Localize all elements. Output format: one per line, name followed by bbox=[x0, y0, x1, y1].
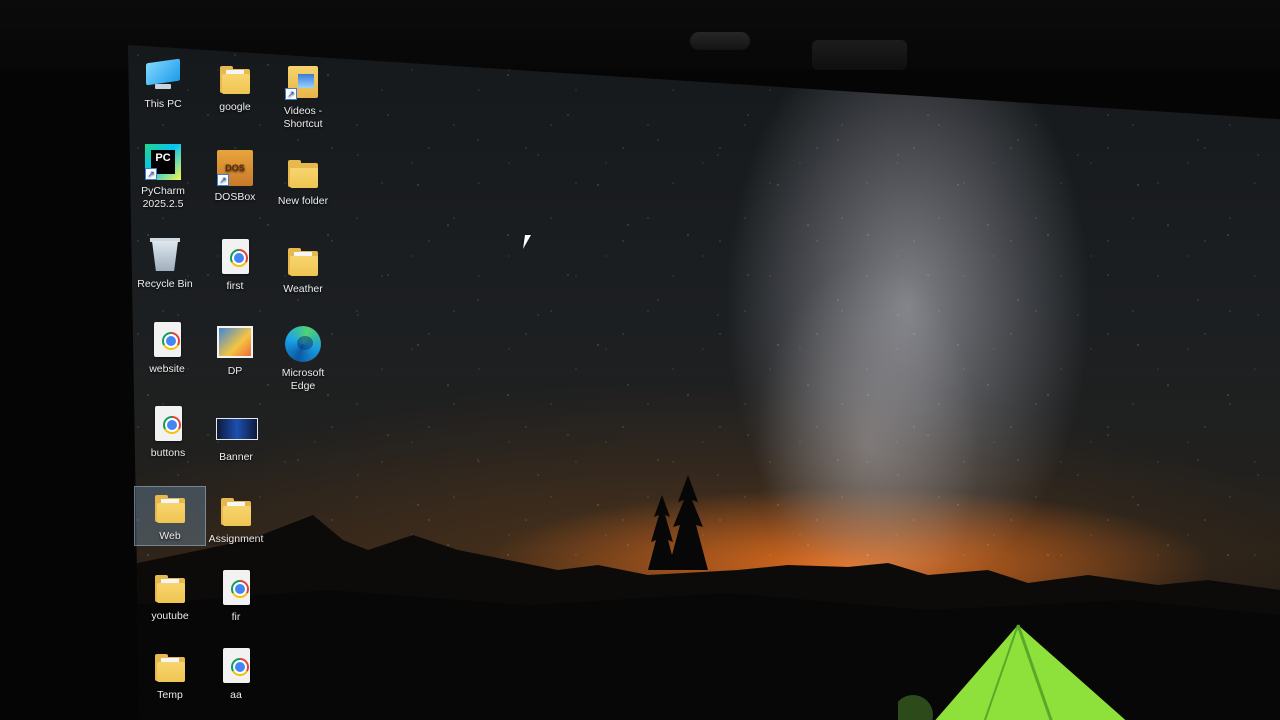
desktop-icon-weather[interactable]: Weather bbox=[268, 240, 338, 296]
desktop-icon-youtube[interactable]: youtube bbox=[135, 567, 205, 623]
icon-label: Weather bbox=[283, 283, 323, 295]
desktop-icon-pycharm[interactable]: PC ↗ PyCharm 2025.2.5 bbox=[128, 142, 198, 211]
icon-label: Microsoft Edge bbox=[281, 367, 325, 392]
chrome-document-icon bbox=[216, 568, 256, 608]
icon-label: Recycle Bin bbox=[137, 278, 193, 290]
icon-label: DP bbox=[227, 365, 243, 377]
icon-label: Assignment bbox=[208, 533, 264, 545]
icon-label: youtube bbox=[151, 610, 189, 622]
folder-icon bbox=[283, 240, 323, 280]
folder-icon bbox=[150, 567, 190, 607]
desktop-icon-videos-shortcut[interactable]: ↗ Videos - Shortcut bbox=[268, 62, 338, 131]
desktop-icon-web[interactable]: Web bbox=[134, 486, 206, 546]
icon-label: buttons bbox=[150, 447, 186, 459]
icon-label: aa bbox=[230, 689, 242, 701]
edge-icon bbox=[283, 324, 323, 364]
icon-label: Videos - Shortcut bbox=[283, 105, 323, 130]
icon-label: PyCharm 2025.2.5 bbox=[141, 185, 185, 210]
dosbox-icon: DOS ↗ bbox=[215, 148, 255, 188]
webcam bbox=[690, 32, 750, 50]
desktop-icon-dosbox[interactable]: DOS ↗ DOSBox bbox=[200, 148, 270, 204]
folder-icon bbox=[283, 152, 323, 192]
tree-2 bbox=[648, 495, 676, 570]
icon-label: fir bbox=[231, 611, 241, 623]
monitor-icon bbox=[143, 55, 183, 95]
desktop-icon-google[interactable]: google bbox=[200, 58, 270, 114]
desktop-icon-first[interactable]: first bbox=[200, 237, 270, 293]
image-icon bbox=[215, 322, 255, 362]
pycharm-icon: PC ↗ bbox=[143, 142, 183, 182]
desktop-icon-aa[interactable]: aa bbox=[201, 646, 271, 702]
desktop-icon-this-pc[interactable]: This PC bbox=[128, 55, 198, 111]
image-icon bbox=[216, 408, 258, 448]
tree-1 bbox=[668, 475, 708, 570]
recycle-bin-icon bbox=[145, 235, 185, 275]
chrome-document-icon bbox=[215, 237, 255, 277]
icon-label: Banner bbox=[219, 451, 253, 463]
webcam-housing bbox=[812, 40, 907, 70]
icon-label: This PC bbox=[144, 98, 182, 110]
desktop-icon-fir[interactable]: fir bbox=[201, 568, 271, 624]
photo-of-monitor: This PC PC ↗ PyCharm 2025.2.5 Recycle Bin… bbox=[0, 0, 1280, 720]
desktop-icon-recycle-bin[interactable]: Recycle Bin bbox=[130, 235, 200, 291]
desktop-icon-buttons[interactable]: buttons bbox=[133, 404, 203, 460]
folder-icon bbox=[150, 646, 190, 686]
chrome-document-icon bbox=[216, 646, 256, 686]
icon-label: New folder bbox=[277, 195, 329, 207]
desktop-icon-assignment[interactable]: Assignment bbox=[201, 490, 271, 546]
icon-label: Web bbox=[159, 530, 181, 542]
icon-label: Temp bbox=[157, 689, 183, 701]
desktop-icon-new-folder[interactable]: New folder bbox=[268, 152, 338, 208]
chrome-document-icon bbox=[147, 320, 187, 360]
icon-label: google bbox=[219, 101, 251, 113]
icon-label: first bbox=[226, 280, 244, 292]
video-folder-shortcut-icon: ↗ bbox=[283, 62, 323, 102]
desktop-icon-temp[interactable]: Temp bbox=[135, 646, 205, 702]
green-tent bbox=[898, 624, 1148, 720]
desktop-icon-banner[interactable]: Banner bbox=[201, 408, 271, 464]
icon-label: DOSBox bbox=[214, 191, 256, 203]
desktop-icon-dp[interactable]: DP bbox=[200, 322, 270, 378]
desktop-icon-microsoft-edge[interactable]: Microsoft Edge bbox=[268, 324, 338, 393]
folder-icon bbox=[216, 490, 256, 530]
chrome-document-icon bbox=[148, 404, 188, 444]
desktop-icon-website[interactable]: website bbox=[132, 320, 202, 376]
icon-label: website bbox=[149, 363, 185, 375]
folder-icon bbox=[215, 58, 255, 98]
folder-icon bbox=[150, 487, 190, 527]
